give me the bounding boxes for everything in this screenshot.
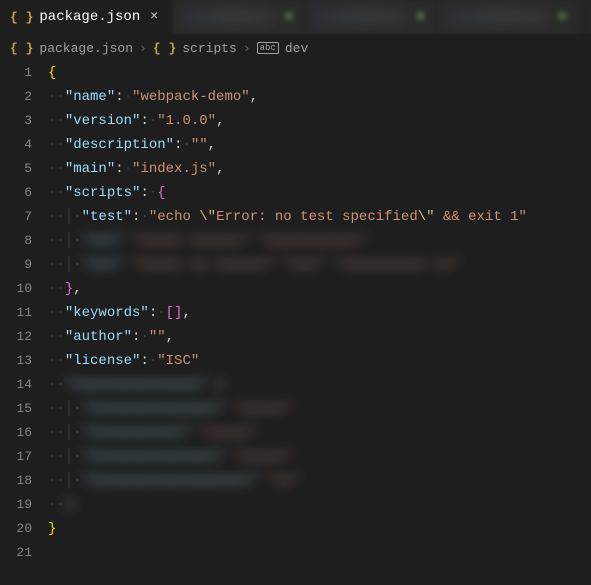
line-number-gutter: 1 2 3 4 5 6 7 8 9 10 11 12 13 14 15 16 1…	[0, 61, 48, 585]
breadcrumb-item[interactable]: dev	[285, 41, 308, 56]
tab-package-json[interactable]: { } package.json ×	[0, 0, 173, 34]
json-file-icon: { }	[10, 41, 33, 56]
braces-icon: { }	[153, 41, 176, 56]
abc-icon: abc	[257, 42, 279, 54]
tab-blurred-1[interactable]: ●	[173, 0, 305, 34]
tab-blurred-2[interactable]: ●	[305, 0, 437, 34]
tab-bar: { } package.json × ● ● ●	[0, 0, 591, 35]
chevron-right-icon: ›	[139, 41, 147, 56]
json-file-icon: { }	[10, 10, 33, 25]
tab-filename: package.json	[39, 9, 140, 25]
code-editor[interactable]: 1 2 3 4 5 6 7 8 9 10 11 12 13 14 15 16 1…	[0, 61, 591, 585]
breadcrumb-section[interactable]: scripts	[182, 41, 237, 56]
tab-blurred-3[interactable]: ●	[437, 0, 579, 34]
chevron-right-icon: ›	[243, 41, 251, 56]
breadcrumb[interactable]: { } package.json › { } scripts › abc dev	[0, 35, 591, 61]
code-content[interactable]: { ··"name":·"webpack-demo", ··"version":…	[48, 61, 591, 585]
breadcrumb-file[interactable]: package.json	[39, 41, 133, 56]
close-icon[interactable]: ×	[146, 9, 162, 25]
